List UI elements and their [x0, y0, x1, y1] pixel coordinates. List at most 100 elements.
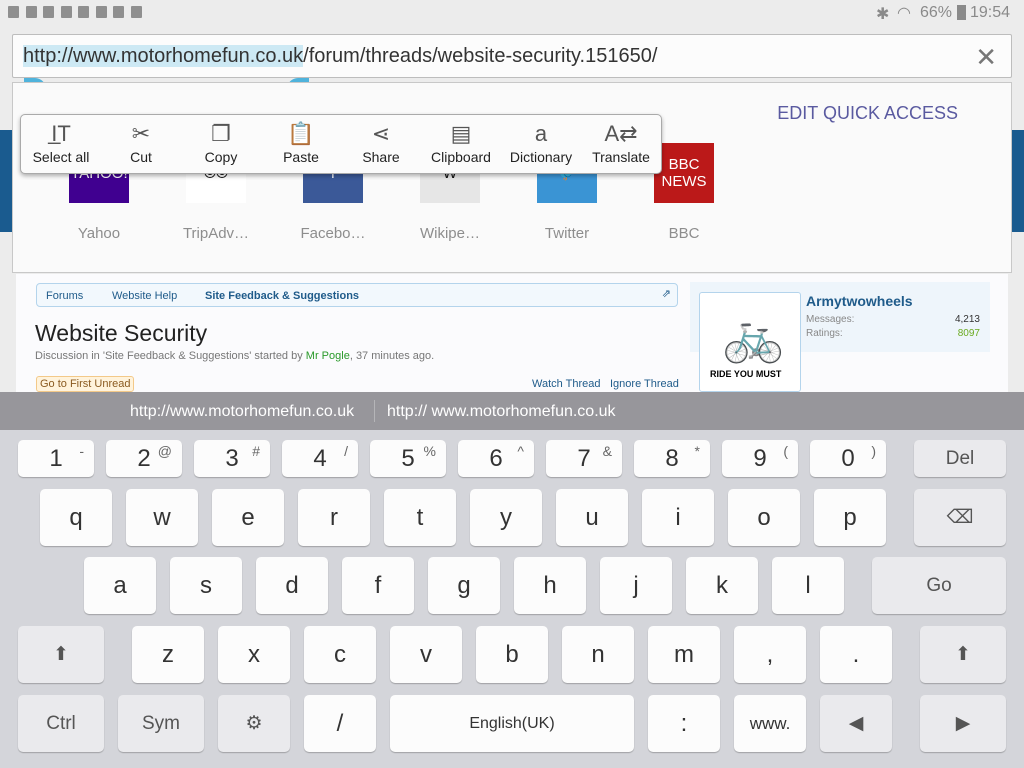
key-comma[interactable]: ,	[734, 626, 806, 683]
avatar[interactable]: 🚲 RIDE YOU MUST	[699, 292, 801, 392]
avatar-caption: RIDE YOU MUST	[710, 369, 782, 379]
key-g[interactable]: g	[428, 557, 500, 614]
key-period[interactable]: .	[820, 626, 892, 683]
paste-icon: 📋	[287, 121, 315, 146]
key-i[interactable]: i	[642, 489, 714, 546]
key-f[interactable]: f	[342, 557, 414, 614]
quick-access-label[interactable]: Twitter	[507, 225, 627, 242]
watch-thread-link[interactable]: Watch Thread	[532, 378, 600, 390]
key-n[interactable]: n	[562, 626, 634, 683]
clipboard-icon: ▤	[450, 121, 472, 146]
url-selected-text[interactable]: http://www.motorhomefun.co.uk	[23, 45, 304, 67]
suggestion-1[interactable]: http://www.motorhomefun.co.uk	[130, 403, 354, 421]
bluetooth-icon: ✱	[876, 6, 890, 23]
menu-item-share[interactable]: ⋖ Share	[341, 119, 421, 165]
key-label: 2	[137, 444, 151, 472]
key-sublabel: /	[344, 443, 348, 459]
quick-access-label[interactable]: BBC	[624, 225, 744, 242]
key-j[interactable]: j	[600, 557, 672, 614]
dictionary-icon: a	[534, 121, 548, 146]
key-0[interactable]: 0)	[810, 440, 886, 477]
quick-access-label[interactable]: Yahoo	[39, 225, 159, 242]
key-p[interactable]: p	[814, 489, 886, 546]
key-label: z	[162, 640, 174, 668]
key-u[interactable]: u	[556, 489, 628, 546]
key-label: Go	[926, 574, 952, 596]
ctrl-key[interactable]: Ctrl	[18, 695, 104, 752]
key-h[interactable]: h	[514, 557, 586, 614]
slash-key[interactable]: /	[304, 695, 376, 752]
colon-key[interactable]: :	[648, 695, 720, 752]
external-link-icon[interactable]: ⇗	[662, 287, 671, 300]
close-icon[interactable]: ✕	[975, 42, 997, 73]
key-label: q	[69, 503, 83, 531]
quick-access-tile[interactable]: BBC NEWS	[654, 143, 714, 203]
key-2[interactable]: 2 @	[106, 440, 182, 477]
key-9[interactable]: 9(	[722, 440, 798, 477]
delete-key[interactable]: Del	[914, 440, 1006, 477]
go-to-first-unread-button[interactable]: Go to First Unread	[36, 376, 135, 392]
ratings-count: 8097	[957, 328, 980, 339]
key-4[interactable]: 4/	[282, 440, 358, 477]
right-arrow-key[interactable]: ▶	[920, 695, 1006, 752]
menu-item-translate[interactable]: A⇄ Translate	[581, 119, 661, 165]
menu-item-select-all[interactable]: I̲T Select all	[21, 119, 101, 165]
url-rest-text[interactable]: /forum/threads/website-security.151650/	[303, 45, 657, 67]
key-m[interactable]: m	[648, 626, 720, 683]
quick-access-label[interactable]: Facebo…	[273, 225, 393, 242]
sym-key[interactable]: Sym	[118, 695, 204, 752]
key-sublabel: &	[602, 443, 612, 459]
menu-item-paste[interactable]: 📋 Paste	[261, 119, 341, 165]
breadcrumb-website-help[interactable]: Website Help	[112, 290, 177, 302]
menu-item-copy[interactable]: ❐ Copy	[181, 119, 261, 165]
key-label: x	[248, 640, 260, 668]
www-key[interactable]: www.	[734, 695, 806, 752]
key-c[interactable]: c	[304, 626, 376, 683]
space-key[interactable]: English(UK)	[390, 695, 634, 752]
key-s[interactable]: s	[170, 557, 242, 614]
quick-access-label[interactable]: Wikipe…	[390, 225, 510, 242]
key-x[interactable]: x	[218, 626, 290, 683]
key-o[interactable]: o	[728, 489, 800, 546]
key-w[interactable]: w	[126, 489, 198, 546]
key-7[interactable]: 7 &	[546, 440, 622, 477]
key-t[interactable]: t	[384, 489, 456, 546]
key-k[interactable]: k	[686, 557, 758, 614]
left-arrow-key[interactable]: ◀	[820, 695, 892, 752]
ignore-thread-link[interactable]: Ignore Thread	[610, 378, 679, 390]
key-a[interactable]: a	[84, 557, 156, 614]
key-q[interactable]: q	[40, 489, 112, 546]
quick-access-label[interactable]: TripAdv…	[156, 225, 276, 242]
key-z[interactable]: z	[132, 626, 204, 683]
key-5[interactable]: 5%	[370, 440, 446, 477]
menu-item-cut[interactable]: ✂ Cut	[101, 119, 181, 165]
key-label: r	[330, 503, 338, 531]
shift-key-right[interactable]: ⬆	[920, 626, 1006, 683]
key-1[interactable]: 1-	[18, 440, 94, 477]
key-label: j	[633, 571, 639, 599]
key-6[interactable]: 6 ^	[458, 440, 534, 477]
key-r[interactable]: r	[298, 489, 370, 546]
username-link[interactable]: Armytwowheels	[806, 293, 913, 309]
menu-item-dictionary[interactable]: a Dictionary	[501, 119, 581, 165]
key-b[interactable]: b	[476, 626, 548, 683]
url-input[interactable]: http://www.motorhomefun.co.uk/forum/thre…	[12, 34, 1012, 78]
gear-icon[interactable]: ⚙	[218, 695, 290, 752]
key-d[interactable]: d	[256, 557, 328, 614]
key-8[interactable]: 8 *	[634, 440, 710, 477]
breadcrumb-forums[interactable]: Forums	[46, 290, 83, 302]
key-v[interactable]: v	[390, 626, 462, 683]
go-key[interactable]: Go	[872, 557, 1006, 614]
shift-key[interactable]: ⬆	[18, 626, 104, 683]
key-l[interactable]: l	[772, 557, 844, 614]
clock: 19:54	[970, 4, 1011, 21]
key-y[interactable]: y	[470, 489, 542, 546]
author-link[interactable]: Mr Pogle	[306, 350, 350, 362]
menu-item-clipboard[interactable]: ▤ Clipboard	[421, 119, 501, 165]
key-e[interactable]: e	[212, 489, 284, 546]
breadcrumb-site-feedback[interactable]: Site Feedback & Suggestions	[205, 290, 359, 302]
suggestion-2[interactable]: http:// www.motorhomefun.co.uk	[387, 403, 616, 421]
key-3[interactable]: 3 #	[194, 440, 270, 477]
backspace-key[interactable]: ⌫	[914, 489, 1006, 546]
edit-quick-access-button[interactable]: EDIT QUICK ACCESS	[777, 103, 958, 124]
